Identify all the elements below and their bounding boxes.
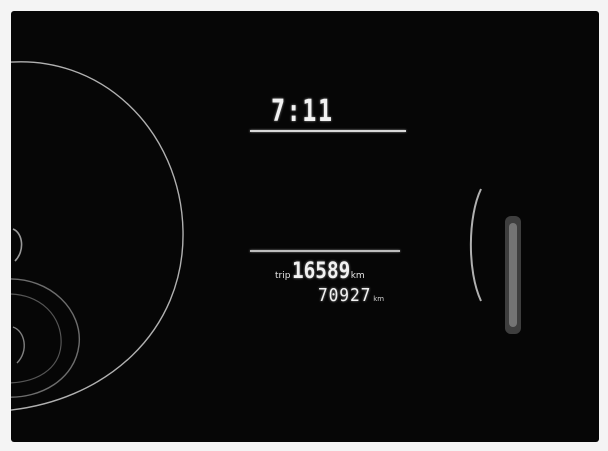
left-dial-ring-outer: [11, 278, 80, 398]
left-dial-ring-inner: [11, 293, 62, 384]
trip-divider: [250, 250, 400, 252]
instrument-cluster: 7:11 trip 16589 km 70927 km: [11, 11, 599, 442]
trip-unit: km: [350, 271, 365, 281]
clock-display: 7:11: [271, 94, 334, 129]
odometer-unit: km: [373, 295, 385, 303]
gauge-rings: [11, 61, 521, 411]
trip-meter: trip 16589 km: [275, 259, 365, 284]
left-dial-small-arc: [12, 326, 25, 364]
clock-divider: [250, 130, 406, 132]
left-dial-arc-top: [12, 228, 23, 262]
trip-label: trip: [275, 271, 291, 281]
left-gauge-ring: [11, 61, 184, 411]
right-gauge-ring: [469, 188, 482, 302]
trip-value: 16589: [292, 259, 351, 284]
odometer: 70927 km: [318, 285, 384, 306]
right-gauge-glow-core: [509, 223, 517, 327]
odometer-value: 70927: [318, 285, 372, 306]
photo-frame: 7:11 trip 16589 km 70927 km: [0, 0, 608, 451]
